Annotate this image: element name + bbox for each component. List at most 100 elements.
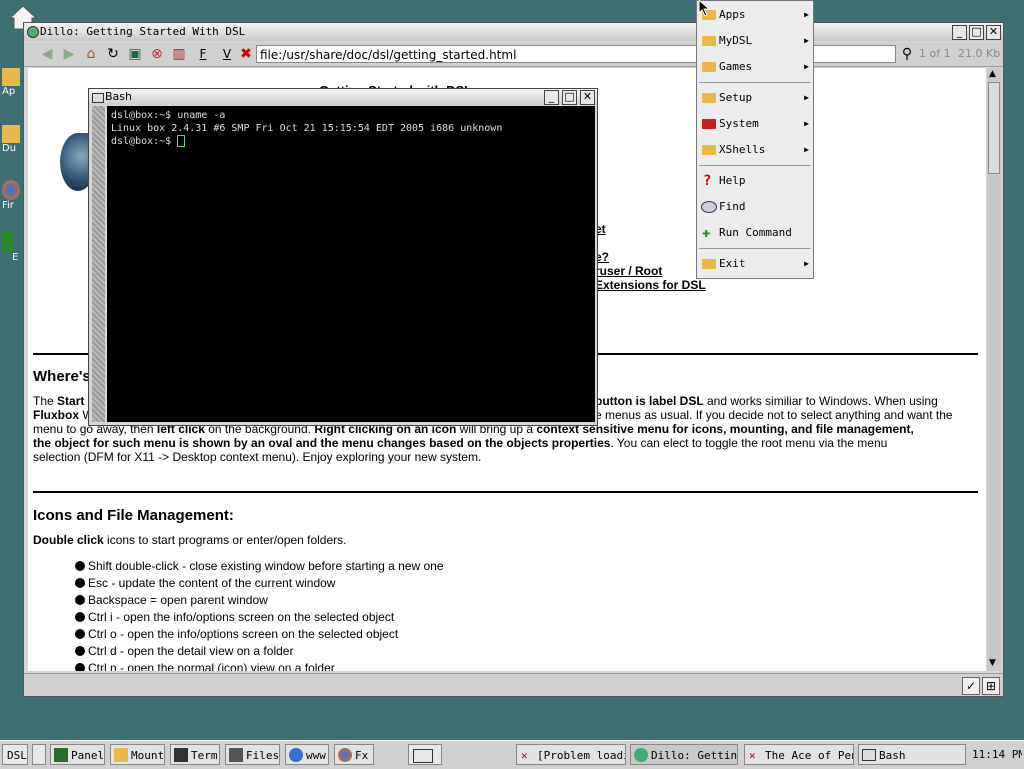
desktop-icon: [413, 749, 433, 763]
check-icon[interactable]: ✓: [962, 677, 980, 695]
desktop-icon-dsl[interactable]: Du: [2, 125, 24, 154]
firefox-icon: [338, 748, 352, 762]
red-folder-icon: [702, 119, 716, 129]
scrollbar-thumb[interactable]: [988, 82, 1000, 174]
runner-icon: [2, 232, 14, 252]
fullscreen-icon[interactable]: ⊞: [982, 677, 1000, 695]
desktop-icon-label: Fir: [2, 200, 14, 211]
chevron-right-icon: ▶: [804, 145, 809, 154]
bash-window[interactable]: Bash _ □ ✕ dsl@box:~$ uname -a Linux box…: [88, 88, 598, 426]
desktop-icon-firefox[interactable]: Fir: [2, 180, 24, 211]
menu-separator: [699, 248, 811, 249]
menu-item-games[interactable]: Games ▶: [697, 55, 813, 79]
firefox-icon: [2, 180, 20, 200]
menu-item-system[interactable]: System ▶: [697, 112, 813, 136]
page-link[interactable]: Extensions for DSL: [595, 278, 706, 292]
stop-icon[interactable]: ⊗: [148, 45, 166, 63]
launcher-term[interactable]: Term: [170, 744, 220, 765]
launcher-mount[interactable]: Mount: [110, 744, 165, 765]
launcher-panel[interactable]: Panel: [50, 744, 105, 765]
clear-url-icon[interactable]: ✖: [237, 45, 255, 63]
find-icon: [701, 201, 717, 213]
terminal-scrollbar[interactable]: [92, 106, 105, 422]
terminal-line: Linux box 2.4.31 #6 SMP Fri Oct 21 15:15…: [111, 123, 503, 134]
page-link[interactable]: ruser / Root: [595, 264, 662, 278]
minimize-button[interactable]: _: [544, 90, 559, 105]
save-icon[interactable]: ▣: [126, 45, 144, 63]
menu-item-find[interactable]: Find: [697, 195, 813, 219]
search-icon[interactable]: ⚲: [898, 45, 916, 63]
chevron-right-icon: ▶: [804, 10, 809, 19]
terminal-output[interactable]: dsl@box:~$ uname -a Linux box 2.4.31 #6 …: [107, 106, 595, 422]
panel-icon: [54, 748, 68, 762]
dillo-titlebar[interactable]: Dillo: Getting Started With DSL _ □ ✕: [24, 23, 1003, 41]
list-item: Esc - update the content of the current …: [74, 576, 336, 590]
folder-icon: [2, 125, 20, 143]
close-button[interactable]: ✕: [580, 90, 595, 105]
folder-icon: [702, 145, 716, 155]
show-desktop-button[interactable]: [408, 744, 442, 765]
folder-icon: [702, 36, 716, 46]
maximize-button[interactable]: □: [969, 25, 984, 40]
menu-item-run-command[interactable]: ✚ Run Command: [697, 221, 813, 245]
task-bash[interactable]: Bash: [858, 744, 966, 765]
terminal-prompt: dsl@box:~$: [111, 136, 178, 147]
f-button[interactable]: F: [194, 45, 212, 63]
section-heading-wheres: Where's: [33, 368, 91, 385]
cursor: [177, 135, 186, 147]
scroll-down-icon[interactable]: ▼: [989, 658, 996, 668]
list-item: Ctrl d - open the detail view on a folde…: [74, 644, 294, 658]
x-app-icon: ✕: [521, 749, 528, 762]
root-menu: Apps ▶ MyDSL ▶ Games ▶ Setup ▶ System ▶ XShel…: [696, 0, 814, 279]
launcher-www[interactable]: www: [285, 744, 329, 765]
divider: [33, 491, 978, 493]
terminal-line: dsl@box:~$ uname -a: [111, 110, 226, 121]
page-count: 1 of 1: [919, 47, 951, 60]
list-item: Ctrl o - open the info/options screen on…: [74, 627, 399, 641]
menu-item-exit[interactable]: Exit ▶: [697, 252, 813, 276]
chevron-right-icon: ▶: [804, 119, 809, 128]
v-button[interactable]: V: [218, 45, 236, 63]
minimize-button[interactable]: _: [952, 25, 967, 40]
menu-item-setup[interactable]: Setup ▶: [697, 86, 813, 110]
folder-icon: [2, 68, 20, 86]
launcher-files[interactable]: Files: [225, 744, 280, 765]
chevron-right-icon: ▶: [804, 93, 809, 102]
reload-icon[interactable]: ↻: [104, 45, 122, 63]
double-click-paragraph: Double click icons to start programs or …: [33, 533, 347, 547]
menu-separator: [699, 165, 811, 166]
taskbar-separator: [32, 744, 46, 765]
bash-titlebar[interactable]: Bash _ □ ✕: [89, 89, 597, 105]
scroll-up-icon[interactable]: ▲: [989, 69, 996, 79]
task-dillo[interactable]: Dillo: Getting: [630, 744, 738, 765]
window-title: Dillo: Getting Started With DSL: [40, 25, 246, 38]
task-problem-loading[interactable]: ✕ [Problem loadi: [516, 744, 626, 765]
close-button[interactable]: ✕: [986, 25, 1001, 40]
desktop-icon-apps[interactable]: Ap: [2, 68, 24, 97]
bookmarks-icon[interactable]: ▥: [170, 45, 188, 63]
menu-item-apps[interactable]: Apps ▶: [697, 3, 813, 27]
menu-item-xshells[interactable]: XShells ▶: [697, 138, 813, 162]
menu-item-help[interactable]: ? Help: [697, 169, 813, 193]
clock: 11:14 PM: [968, 744, 1022, 765]
mouse-cursor-icon: [698, 0, 711, 19]
files-icon: [229, 748, 243, 762]
vertical-scrollbar[interactable]: ▲ ▼: [987, 68, 1001, 671]
forward-arrow-icon[interactable]: ▶: [60, 45, 78, 63]
terminal-icon: [92, 93, 104, 103]
window-menu-icon[interactable]: [27, 26, 39, 38]
window-title: Bash: [105, 90, 132, 103]
list-item: Backspace = open parent window: [75, 593, 268, 607]
start-button[interactable]: DSL: [2, 744, 28, 765]
menu-item-mydsl[interactable]: MyDSL ▶: [697, 29, 813, 53]
maximize-button[interactable]: □: [562, 90, 577, 105]
globe-icon: [289, 748, 303, 762]
desktop-icon-label: Du: [2, 143, 17, 154]
launcher-firefox[interactable]: Fx: [334, 744, 374, 765]
task-ace-of-penguins[interactable]: ✕ The Ace of Pen: [744, 744, 854, 765]
desktop-icon-emelfm[interactable]: E: [2, 232, 24, 263]
list-item: Shift double-click - close existing wind…: [75, 559, 444, 573]
back-arrow-icon[interactable]: ◀: [38, 45, 56, 63]
home-icon[interactable]: ⌂: [82, 45, 100, 63]
folder-icon: [702, 259, 716, 269]
